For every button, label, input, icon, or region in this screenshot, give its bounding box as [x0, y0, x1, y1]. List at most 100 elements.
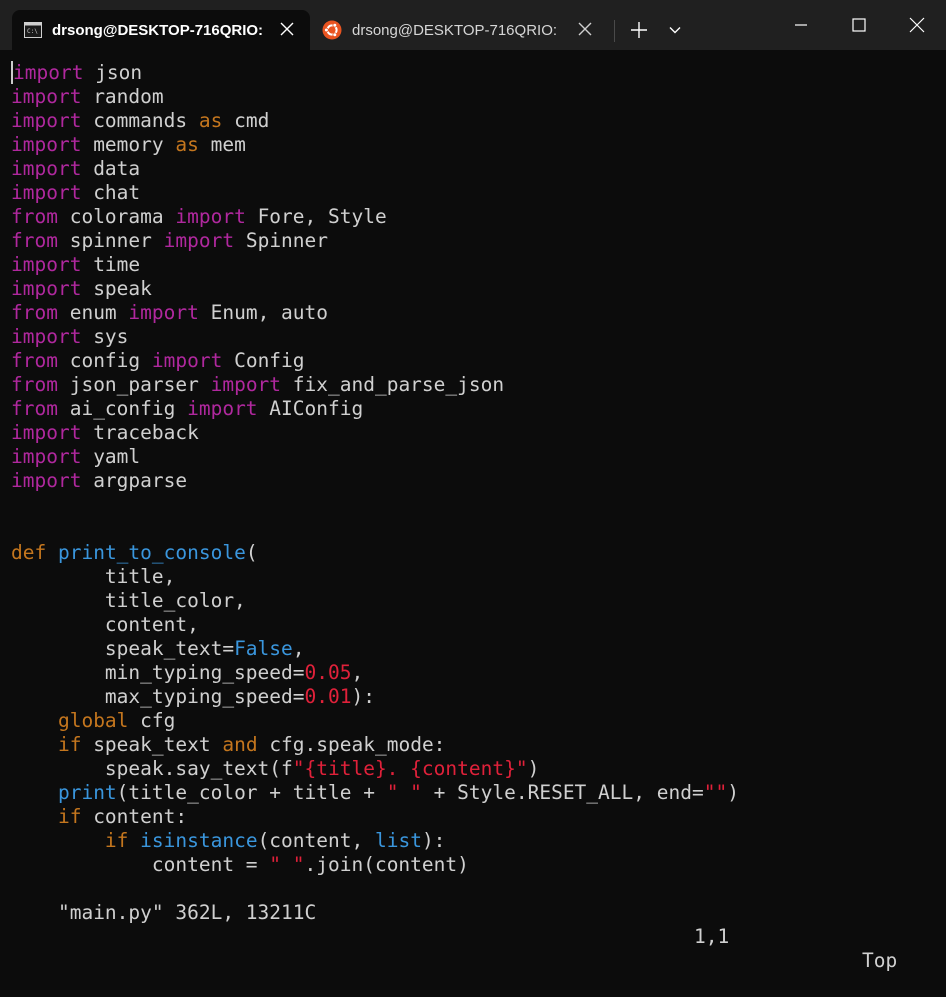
minimize-button[interactable]	[772, 0, 830, 50]
code-token: 0.05	[304, 661, 352, 684]
tab-title: drsong@DESKTOP-716QRIO: ~	[352, 21, 557, 39]
code-token: import	[11, 469, 82, 492]
tab-cmd[interactable]: C:\ drsong@DESKTOP-716QRIO:	[12, 10, 310, 50]
code-token: from	[11, 349, 58, 372]
code-text: mem	[198, 133, 246, 156]
tab-dropdown-button[interactable]	[662, 10, 688, 50]
code-line: import speak	[11, 277, 941, 301]
code-token: " "	[386, 781, 422, 804]
code-token: as	[198, 109, 223, 132]
plus-icon	[631, 22, 647, 38]
code-text: (title_color + title +	[116, 781, 387, 804]
code-text: enum	[57, 301, 129, 324]
code-line: import sys	[11, 325, 941, 349]
code-text: Config	[222, 349, 305, 372]
status-cursor-position: 1,1	[694, 925, 730, 948]
code-text: )	[527, 757, 540, 780]
code-text: time	[81, 253, 141, 276]
code-token: import	[163, 229, 235, 252]
code-text: memory	[81, 133, 176, 156]
code-text: max_typing_speed=	[11, 685, 305, 708]
code-text: chat	[81, 181, 141, 204]
code-line: import traceback	[11, 421, 941, 445]
code-text: yaml	[81, 445, 141, 468]
code-token: import	[11, 133, 82, 156]
code-line: speak_text=False,	[11, 637, 941, 661]
code-token: if	[57, 805, 82, 828]
code-text: Fore, Style	[245, 205, 387, 228]
code-token: import	[175, 205, 246, 228]
code-token: " "	[269, 853, 305, 876]
code-token: isinstance	[140, 829, 258, 852]
code-token: import	[11, 277, 82, 300]
code-text: AIConfig	[257, 397, 364, 420]
code-text: config	[57, 349, 152, 372]
code-line: global cfg	[11, 709, 941, 733]
vim-editor[interactable]: import json import random import commands …	[11, 61, 941, 877]
code-line: import data	[11, 157, 941, 181]
vim-status-line: "main.py" 362L, 13211C 1,1 Top	[11, 877, 931, 972]
chevron-down-icon	[669, 27, 681, 34]
code-line: from config import Config	[11, 349, 941, 373]
new-tab-button[interactable]	[624, 10, 654, 50]
close-icon	[909, 17, 925, 33]
code-line: from json_parser import fix_and_parse_js…	[11, 373, 941, 397]
minimize-icon	[795, 24, 807, 26]
code-line: print(title_color + title + " " + Style.…	[11, 781, 941, 805]
code-token: import	[11, 421, 82, 444]
code-text: argparse	[81, 469, 188, 492]
code-line: max_typing_speed=0.01):	[11, 685, 941, 709]
code-text: json_parser	[57, 373, 211, 396]
code-text: speak_text=	[11, 637, 235, 660]
code-line: if content:	[11, 805, 941, 829]
code-token: list	[374, 829, 422, 852]
code-line: if isinstance(content, list):	[11, 829, 941, 853]
maximize-icon	[852, 18, 866, 32]
code-text: commands	[81, 109, 199, 132]
close-icon[interactable]	[576, 20, 594, 38]
tab-ubuntu[interactable]: drsong@DESKTOP-716QRIO: ~	[312, 10, 608, 50]
code-text: Spinner	[234, 229, 329, 252]
code-text: cfg.speak_mode:	[257, 733, 446, 756]
terminal-window: C:\ drsong@DESKTOP-716QRIO: drsong@DESKT…	[0, 0, 946, 972]
code-text: ,	[351, 661, 364, 684]
code-text: ai_config	[57, 397, 188, 420]
code-line: import commands as cmd	[11, 109, 941, 133]
code-token: import	[11, 109, 82, 132]
code-line: import random	[11, 85, 941, 109]
code-text: title,	[11, 565, 176, 588]
status-file-info: "main.py" 362L, 13211C	[57, 901, 317, 924]
code-token: print	[57, 781, 117, 804]
close-window-button[interactable]	[888, 0, 946, 50]
code-token: print_to_console	[57, 541, 246, 564]
tab-title: drsong@DESKTOP-716QRIO:	[52, 21, 264, 39]
code-token: 0.01	[304, 685, 352, 708]
maximize-button[interactable]	[830, 0, 888, 50]
code-line: import argparse	[11, 469, 941, 493]
status-scroll-position: Top	[862, 949, 898, 972]
code-line: import time	[11, 253, 941, 277]
code-token: as	[175, 133, 199, 156]
title-bar[interactable]: C:\ drsong@DESKTOP-716QRIO: drsong@DESKT…	[0, 0, 946, 50]
code-text: random	[81, 85, 164, 108]
close-icon[interactable]	[278, 20, 296, 38]
code-token: from	[11, 301, 58, 324]
code-token: import	[11, 325, 82, 348]
code-text: )	[727, 781, 739, 804]
code-line: from ai_config import AIConfig	[11, 397, 941, 421]
code-token: if	[57, 733, 82, 756]
code-token: and	[222, 733, 258, 756]
code-token: from	[11, 397, 58, 420]
code-line: def print_to_console(	[11, 541, 941, 565]
code-text: json	[83, 61, 143, 84]
code-text: (content,	[257, 829, 375, 852]
code-line: import json	[11, 61, 941, 85]
code-text: cmd	[222, 109, 270, 132]
tab-divider	[614, 20, 615, 42]
code-text: cfg	[128, 709, 176, 732]
svg-text:C:\: C:\	[27, 28, 38, 35]
